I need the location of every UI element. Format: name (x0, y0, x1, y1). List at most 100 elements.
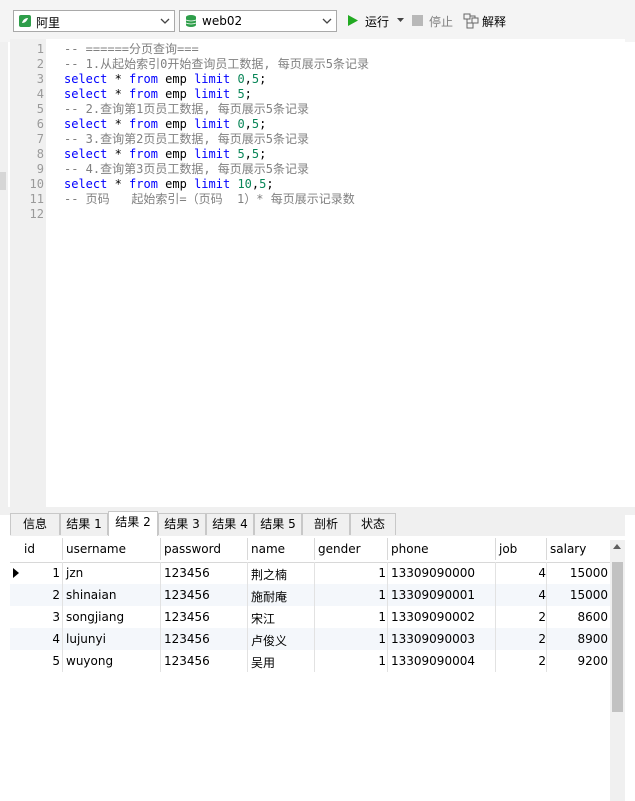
tab-result-3[interactable]: 结果 3 (158, 513, 206, 535)
cell-salary[interactable]: 9200 (577, 654, 608, 668)
column-divider[interactable] (387, 538, 388, 560)
tab-info[interactable]: 信息 (10, 513, 60, 535)
cell-gender[interactable]: 1 (378, 654, 386, 668)
cell-job[interactable]: 2 (538, 654, 546, 668)
cell-username[interactable]: shinaian (66, 588, 116, 602)
cell-salary[interactable]: 15000 (570, 566, 608, 580)
cell-id[interactable]: 4 (52, 632, 60, 646)
run-button[interactable]: 运行 (347, 13, 407, 31)
cell-id[interactable]: 5 (52, 654, 60, 668)
cell-salary[interactable]: 8600 (577, 610, 608, 624)
cell-password[interactable]: 123456 (164, 654, 210, 668)
code-line: 3 select * from emp limit 0,5; (10, 72, 625, 87)
cell-divider (314, 650, 315, 672)
cell-divider (546, 606, 547, 628)
sql-text: emp (157, 117, 195, 131)
cell-gender[interactable]: 1 (378, 610, 386, 624)
cell-username[interactable]: lujunyi (66, 632, 106, 646)
play-icon (348, 15, 358, 26)
table-row[interactable]: 4 lujunyi 123456 卢俊义 1 13309090003 2 8900 (10, 628, 610, 650)
cell-username[interactable]: jzn (66, 566, 83, 580)
tab-result-5[interactable]: 结果 5 (254, 513, 302, 535)
cell-job[interactable]: 2 (538, 610, 546, 624)
code-line: 6 select * from emp limit 0,5; (10, 117, 625, 132)
line-number: 2 (36, 57, 44, 71)
cell-phone[interactable]: 13309090003 (391, 632, 475, 646)
column-divider[interactable] (495, 538, 496, 560)
sql-keyword: from (129, 147, 158, 161)
column-header-id[interactable]: id (24, 542, 35, 556)
cell-job[interactable]: 2 (538, 632, 546, 646)
cell-password[interactable]: 123456 (164, 588, 210, 602)
column-divider[interactable] (314, 538, 315, 560)
cell-password[interactable]: 123456 (164, 610, 210, 624)
cell-password[interactable]: 123456 (164, 566, 210, 580)
column-header-salary[interactable]: salary (550, 542, 586, 556)
database-select[interactable]: web02 (179, 10, 337, 32)
scroll-up-icon[interactable] (613, 544, 621, 549)
run-label: 运行 (365, 15, 390, 29)
sql-number: 0 (237, 117, 245, 131)
column-divider[interactable] (546, 538, 547, 560)
sql-editor[interactable]: 1 -- ======分页查询=== 2 -- 1.从起始索引0开始查询员工数据, 每… (10, 39, 625, 507)
cell-password[interactable]: 123456 (164, 632, 210, 646)
cell-phone[interactable]: 13309090002 (391, 610, 475, 624)
column-header-phone[interactable]: phone (391, 542, 429, 556)
column-divider[interactable] (62, 538, 63, 560)
cell-phone[interactable]: 13309090001 (391, 588, 475, 602)
cell-id[interactable]: 1 (52, 566, 60, 580)
stop-button[interactable]: 停止 (412, 13, 458, 31)
column-header-gender[interactable]: gender (318, 542, 361, 556)
column-header-name[interactable]: name (251, 542, 285, 556)
cell-job[interactable]: 4 (538, 566, 546, 580)
caret-down-icon[interactable] (397, 18, 404, 23)
vertical-scrollbar[interactable] (610, 540, 625, 801)
cell-name[interactable]: 施耐庵 (251, 588, 287, 605)
table-row[interactable]: 5 wuyong 123456 吴用 1 13309090004 2 9200 (10, 650, 610, 672)
cell-job[interactable]: 4 (538, 588, 546, 602)
cell-phone[interactable]: 13309090000 (391, 566, 475, 580)
column-divider[interactable] (160, 538, 161, 560)
code-line: 5 -- 2.查询第1页员工数据, 每页展示5条记录 (10, 102, 625, 117)
scroll-thumb[interactable] (612, 562, 623, 712)
column-header-password[interactable]: password (164, 542, 221, 556)
table-row[interactable]: 3 songjiang 123456 宋江 1 13309090002 2 8600 (10, 606, 610, 628)
cell-gender[interactable]: 1 (378, 566, 386, 580)
cell-salary[interactable]: 8900 (577, 632, 608, 646)
result-tabs: 信息 结果 1 结果 2 结果 3 结果 4 结果 5 剖析 状态 (10, 511, 625, 536)
cell-gender[interactable]: 1 (378, 588, 386, 602)
table-row[interactable]: 2 shinaian 123456 施耐庵 1 13309090001 4 15000 (10, 584, 610, 606)
sql-keyword: from (129, 72, 158, 86)
explain-button[interactable]: 解释 (463, 13, 513, 31)
cell-id[interactable]: 2 (52, 588, 60, 602)
column-header-job[interactable]: job (499, 542, 517, 556)
tab-result-2[interactable]: 结果 2 (108, 511, 158, 536)
sql-number: 5 (237, 87, 245, 101)
collapse-handle[interactable] (0, 172, 6, 190)
connection-select[interactable]: 阿里 (13, 10, 175, 32)
column-header-username[interactable]: username (66, 542, 126, 556)
table-row[interactable]: 1 jzn 123456 荆之楠 1 13309090000 4 15000 (10, 562, 610, 584)
tab-result-4[interactable]: 结果 4 (206, 513, 254, 535)
cell-name[interactable]: 吴用 (251, 654, 275, 671)
cell-username[interactable]: songjiang (66, 610, 124, 624)
cell-id[interactable]: 3 (52, 610, 60, 624)
tab-profile[interactable]: 剖析 (302, 513, 350, 535)
cell-name[interactable]: 荆之楠 (251, 566, 287, 583)
column-divider[interactable] (247, 538, 248, 560)
cell-name[interactable]: 宋江 (251, 610, 275, 627)
code-line: 8 select * from emp limit 5,5; (10, 147, 625, 162)
explain-icon (463, 13, 479, 29)
result-grid[interactable]: id username password name gender phone job sala… (10, 536, 625, 801)
cell-divider (62, 606, 63, 628)
tab-result-1[interactable]: 结果 1 (60, 513, 108, 535)
cell-username[interactable]: wuyong (66, 654, 113, 668)
code-line: 2 -- 1.从起始索引0开始查询员工数据, 每页展示5条记录 (10, 57, 625, 72)
cell-name[interactable]: 卢俊义 (251, 632, 287, 649)
cell-phone[interactable]: 13309090004 (391, 654, 475, 668)
cell-divider (247, 584, 248, 606)
cell-divider (247, 562, 248, 584)
cell-salary[interactable]: 15000 (570, 588, 608, 602)
tab-status[interactable]: 状态 (350, 513, 396, 535)
cell-gender[interactable]: 1 (378, 632, 386, 646)
